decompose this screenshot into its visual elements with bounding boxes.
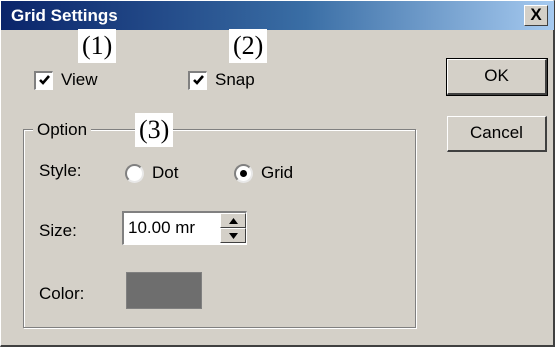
- checkmark-icon: [192, 75, 204, 85]
- arrow-up-icon: [228, 217, 238, 224]
- callout-2: (2): [229, 29, 268, 63]
- snap-checkbox-row[interactable]: Snap: [188, 67, 255, 93]
- size-decrement-button[interactable]: [220, 228, 246, 243]
- size-spinbox[interactable]: 10.00 mr: [122, 211, 247, 245]
- option-group-legend: Option: [33, 120, 92, 140]
- size-label: Size:: [39, 221, 77, 240]
- color-swatch[interactable]: [126, 272, 202, 309]
- size-input[interactable]: 10.00 mr: [128, 213, 216, 243]
- style-radio-dot[interactable]: Dot: [125, 161, 178, 185]
- callout-3: (3): [135, 113, 174, 147]
- grid-settings-dialog: Grid Settings X (1) (2) View Snap OK Can…: [0, 0, 555, 347]
- grid-radio-label: Grid: [261, 163, 294, 182]
- arrow-down-icon: [228, 232, 238, 239]
- cancel-button[interactable]: Cancel: [447, 116, 547, 152]
- view-checkbox-row[interactable]: View: [34, 67, 98, 93]
- ok-button[interactable]: OK: [446, 58, 548, 96]
- callout-1: (1): [78, 29, 117, 63]
- grid-radio-button[interactable]: [234, 163, 253, 183]
- view-checkbox[interactable]: [34, 70, 53, 90]
- color-label: Color:: [39, 284, 85, 303]
- style-label: Style:: [39, 161, 82, 180]
- dot-radio-label: Dot: [152, 163, 179, 182]
- radio-selected-dot: [240, 169, 247, 177]
- size-spin-buttons: [220, 213, 246, 243]
- snap-checkbox[interactable]: [188, 70, 207, 90]
- close-icon: X: [530, 5, 542, 24]
- window-title: Grid Settings: [11, 6, 118, 25]
- checkmark-icon: [38, 75, 50, 85]
- style-radio-grid[interactable]: Grid: [234, 161, 293, 185]
- close-button[interactable]: X: [524, 5, 548, 26]
- view-checkbox-label: View: [61, 70, 98, 89]
- dot-radio-button[interactable]: [125, 163, 144, 183]
- size-increment-button[interactable]: [220, 213, 246, 228]
- snap-checkbox-label: Snap: [215, 70, 255, 89]
- title-bar[interactable]: Grid Settings X: [1, 1, 554, 30]
